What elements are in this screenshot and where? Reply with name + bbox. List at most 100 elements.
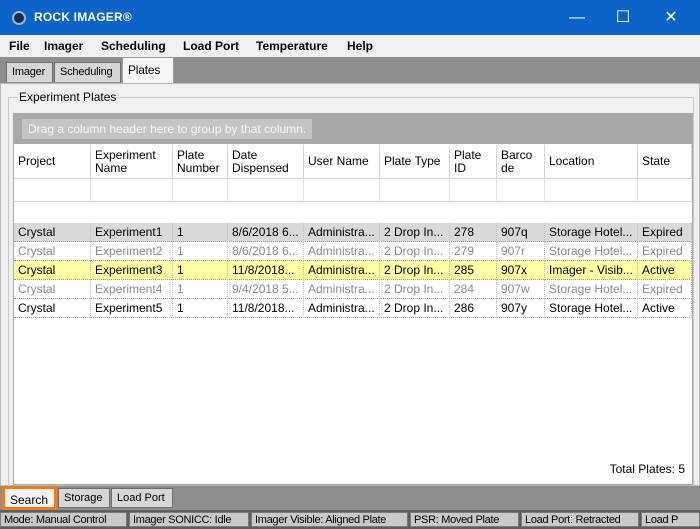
window-title: ROCK IMAGER®: [34, 10, 132, 24]
column-header-barcode[interactable]: Barco de: [497, 145, 545, 179]
cell-location: Storage Hotel...: [545, 280, 638, 299]
filter-experiment-name[interactable]: [91, 180, 173, 202]
cell-plate-type: 2 Drop In...: [380, 223, 450, 242]
menu-imager[interactable]: Imager: [44, 39, 83, 53]
cell-state: Expired: [638, 242, 692, 261]
cell-project: Crystal: [14, 261, 91, 280]
cell-plate-type: 2 Drop In...: [380, 299, 450, 318]
total-plates-label: Total Plates:: [609, 462, 675, 476]
cell-plate-number: 1: [173, 299, 228, 318]
plates-grid[interactable]: Drag a column header here to group by th…: [13, 113, 693, 485]
cell-date-dispensed: 9/4/2018 5...: [228, 280, 304, 299]
cell-user-name: Administra...: [304, 261, 380, 280]
cell-experiment-name: Experiment2: [91, 242, 173, 261]
tab-scheduling[interactable]: Scheduling: [54, 62, 121, 82]
menu-temperature[interactable]: Temperature: [256, 39, 328, 53]
bottom-tab-strip: Search Storage Load Port: [0, 486, 700, 510]
status-mode: Mode: Manual Control: [0, 512, 127, 527]
status-imager-sonicc: Imager SONICC: Idle: [129, 512, 249, 527]
cell-user-name: Administra...: [304, 242, 380, 261]
cell-date-dispensed: 8/6/2018 6...: [228, 242, 304, 261]
status-load-port: Load Port: Retracted: [521, 512, 639, 527]
cell-experiment-name: Experiment4: [91, 280, 173, 299]
menu-scheduling[interactable]: Scheduling: [101, 39, 166, 53]
cell-plate-number: 1: [173, 242, 228, 261]
table-row[interactable]: Crystal Experiment2 1 8/6/2018 6... Admi…: [14, 242, 692, 261]
cell-plate-number: 1: [173, 280, 228, 299]
filter-date-dispensed[interactable]: [228, 180, 304, 202]
cell-experiment-name: Experiment1: [91, 223, 173, 242]
cell-location: Storage Hotel...: [545, 242, 638, 261]
tab-load-port[interactable]: Load Port: [111, 488, 173, 508]
column-header-experiment-name[interactable]: Experiment Name: [91, 145, 173, 179]
cell-barcode: 907x: [497, 261, 545, 280]
column-header-user-name[interactable]: User Name: [304, 145, 380, 179]
cell-user-name: Administra...: [304, 280, 380, 299]
filter-user-name[interactable]: [304, 180, 380, 202]
filter-plate-id[interactable]: [450, 180, 497, 202]
column-header-plate-number[interactable]: Plate Number: [173, 145, 228, 179]
table-row[interactable]: Crystal Experiment5 1 11/8/2018... Admin…: [14, 299, 692, 318]
filter-state[interactable]: [638, 180, 692, 202]
column-header-date-dispensed[interactable]: Date Dispensed: [228, 145, 304, 179]
cell-user-name: Administra...: [304, 223, 380, 242]
cell-plate-id: 278: [450, 223, 497, 242]
cell-experiment-name: Experiment3: [91, 261, 173, 280]
cell-state: Active: [638, 261, 692, 280]
column-header-plate-id[interactable]: Plate ID: [450, 145, 497, 179]
column-header-state[interactable]: State: [638, 145, 692, 179]
cell-date-dispensed: 11/8/2018...: [228, 261, 304, 280]
cell-location: Storage Hotel...: [545, 223, 638, 242]
filter-row: [14, 180, 692, 202]
cell-location: Imager - Visib...: [545, 261, 638, 280]
close-icon[interactable]: ✕: [648, 0, 694, 35]
cell-barcode: 907r: [497, 242, 545, 261]
column-header-location[interactable]: Location: [545, 145, 638, 179]
cell-plate-id: 279: [450, 242, 497, 261]
cell-user-name: Administra...: [304, 299, 380, 318]
cell-plate-type: 2 Drop In...: [380, 280, 450, 299]
cell-project: Crystal: [14, 280, 91, 299]
group-by-hint: Drag a column header here to group by th…: [22, 119, 313, 139]
column-header-project[interactable]: Project: [14, 145, 91, 179]
cell-location: Storage Hotel...: [545, 299, 638, 318]
cell-plate-type: 2 Drop In...: [380, 242, 450, 261]
maximize-icon[interactable]: ☐: [600, 0, 646, 35]
cell-date-dispensed: 8/6/2018 6...: [228, 223, 304, 242]
minimize-icon[interactable]: —: [554, 0, 600, 35]
table-row[interactable]: Crystal Experiment3 1 11/8/2018... Admin…: [14, 261, 692, 280]
filter-plate-number[interactable]: [173, 180, 228, 202]
table-row[interactable]: Crystal Experiment4 1 9/4/2018 5... Admi…: [14, 280, 692, 299]
cell-plate-type: 2 Drop In...: [380, 261, 450, 280]
app-icon: [12, 11, 26, 25]
table-row[interactable]: Crystal Experiment1 1 8/6/2018 6... Admi…: [14, 223, 692, 242]
cell-experiment-name: Experiment5: [91, 299, 173, 318]
filter-location[interactable]: [545, 180, 638, 202]
tab-search[interactable]: Search: [2, 486, 57, 510]
cell-state: Expired: [638, 223, 692, 242]
cell-plate-number: 1: [173, 261, 228, 280]
tab-plates[interactable]: Plates: [122, 57, 174, 83]
total-plates-value: 5: [678, 462, 685, 476]
tab-storage[interactable]: Storage: [58, 488, 110, 508]
cell-date-dispensed: 11/8/2018...: [228, 299, 304, 318]
filter-plate-type[interactable]: [380, 180, 450, 202]
cell-project: Crystal: [14, 242, 91, 261]
status-load-port-2: Load P: [641, 512, 700, 527]
cell-barcode: 907q: [497, 223, 545, 242]
cell-project: Crystal: [14, 223, 91, 242]
top-tab-strip: Imager Scheduling Plates: [0, 57, 700, 83]
menu-bar: File Imager Scheduling Load Port Tempera…: [0, 35, 700, 57]
column-header-plate-type[interactable]: Plate Type: [380, 145, 450, 179]
group-by-area[interactable]: Drag a column header here to group by th…: [14, 114, 692, 144]
menu-help[interactable]: Help: [347, 39, 373, 53]
cell-barcode: 907y: [497, 299, 545, 318]
menu-load-port[interactable]: Load Port: [183, 39, 239, 53]
menu-file[interactable]: File: [9, 39, 30, 53]
filter-barcode[interactable]: [497, 180, 545, 202]
cell-state: Expired: [638, 280, 692, 299]
cell-barcode: 907w: [497, 280, 545, 299]
filter-project[interactable]: [14, 180, 91, 202]
cell-state: Active: [638, 299, 692, 318]
tab-imager[interactable]: Imager: [6, 62, 53, 82]
